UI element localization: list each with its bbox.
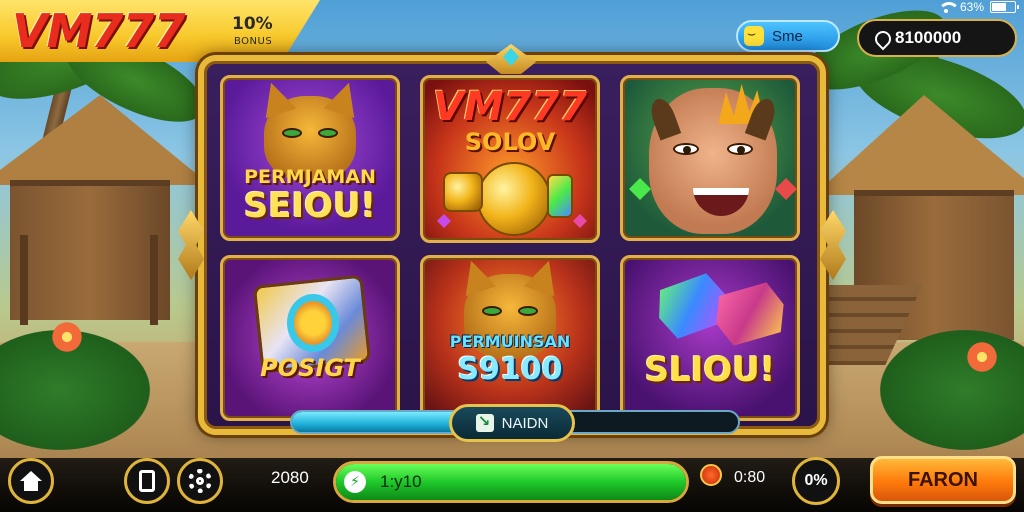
coin-balance-button[interactable]: 8100000 [857,19,1017,57]
gold-ring-icon [287,294,339,352]
user-profile-button[interactable]: Sme [736,20,840,52]
gear-icon [188,469,212,493]
game-tile-6[interactable]: SLIOU! [620,255,800,421]
game-logo: VM777 [12,4,185,58]
tile-subtitle: S9100 [457,352,563,387]
tile-title: SLIOU! [644,350,776,390]
arrow-icon [475,412,494,432]
flower-icon [965,340,999,374]
game-tile-5[interactable]: PERMUINSAN S9100 [420,255,600,421]
home-button[interactable] [8,458,54,504]
gem-card-icon [547,174,573,218]
tile-subtitle: SEIOU! [243,186,377,226]
gem-icon [629,178,651,200]
tile-subtitle: SOLOV [464,128,556,156]
lightning-icon: ⚡ [344,471,366,493]
device-status-bar: 63% [937,0,1019,14]
gem-icon [573,214,587,228]
battery-percent: 63% [959,0,984,14]
tile-title: PERMJAMAN [244,166,376,188]
gem-icon [437,214,451,228]
cta-label: FARON [908,468,978,491]
settings-button[interactable] [177,458,223,504]
promo-value: 10% [232,14,273,34]
phone-button[interactable] [124,458,170,504]
tile-title: POSIGT [260,354,360,382]
balance-left-value: 2080 [271,468,309,487]
gem-icon [775,178,797,200]
game-tile-4[interactable]: POSIGT [220,255,400,421]
spin-progress-label: 1:y10 [380,472,422,491]
hut-left [0,95,210,325]
cta-button[interactable]: FARON [870,456,1016,504]
progress-strip-fill [292,412,453,432]
phone-icon [139,470,155,492]
spin-progress-bar[interactable]: ⚡ 1:y10 [333,461,689,503]
percent-label: 0% [804,472,828,489]
crystal-gem-icon [709,279,791,348]
game-tile-1[interactable]: PERMJAMAN SEIOU! [220,75,400,241]
goblin-character-icon [646,84,780,234]
progress-action-label: NAIDN [501,414,549,432]
wifi-icon [937,1,960,13]
gold-coin-icon [477,162,551,236]
pin-icon [875,31,887,46]
progress-action-button[interactable]: NAIDN [449,404,575,442]
user-label: Sme [772,27,803,45]
smile-icon [744,26,764,46]
alert-icon[interactable] [700,464,722,486]
flower-icon [50,320,84,354]
tile-title: PERMUINSAN [449,332,571,351]
coin-balance-value: 8100000 [895,28,962,47]
balance-right-value: 0:80 [734,469,766,486]
home-icon [20,471,42,491]
gold-bar-icon [443,172,483,212]
battery-icon [990,1,1019,13]
percent-button[interactable]: 0% [792,457,840,505]
promo-caption: BONUS [234,36,273,47]
game-tile-3[interactable] [620,75,800,241]
tile-title: VM777 [432,84,588,130]
game-tile-2[interactable]: VM777 SOLOV [420,75,600,243]
